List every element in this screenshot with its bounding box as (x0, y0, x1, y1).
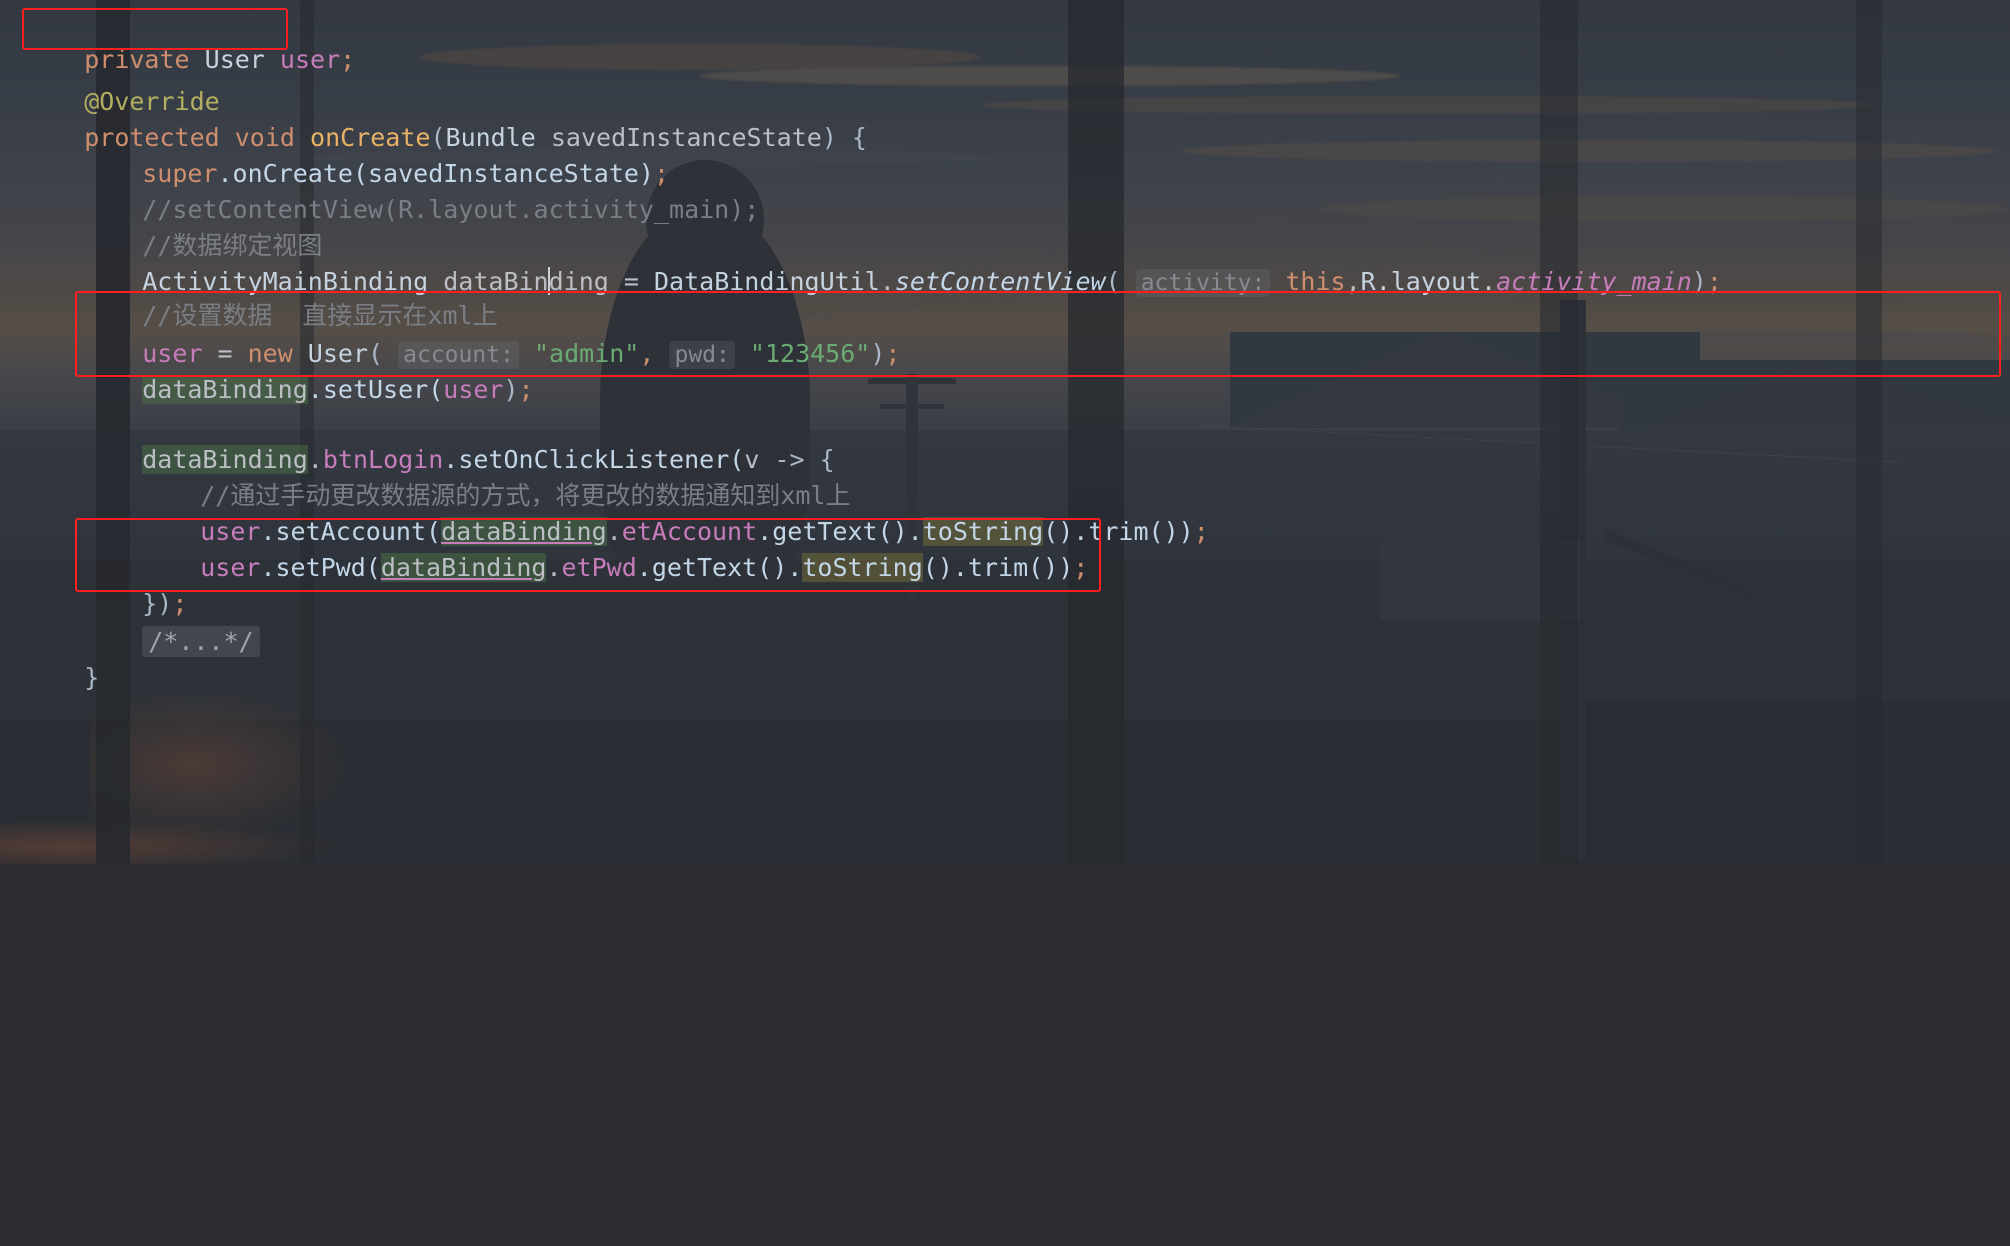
token-paren-close: ) (870, 338, 886, 368)
code-line[interactable]: //setContentView(R.layout.activity_main)… (0, 156, 759, 224)
token-semicolon: ; (1706, 266, 1722, 296)
code-line[interactable]: dataBinding.setUser(user); (0, 336, 534, 404)
token-keyword-this: this (1285, 266, 1346, 296)
token-paren-close: ) (503, 374, 519, 404)
token-comma: , (1345, 266, 1361, 296)
token-call-tostring: toString (802, 552, 923, 582)
token-field-user: user (200, 552, 261, 582)
token-string-password: "123456" (749, 338, 871, 368)
code-line[interactable]: user.setAccount(dataBinding.etAccount.ge… (0, 478, 1209, 546)
token-semicolon: ; (340, 44, 356, 74)
code-line[interactable]: @Override (0, 48, 219, 116)
token-var-databinding: dataBinding (142, 374, 308, 404)
token-paren: ( (1105, 266, 1121, 296)
token-rlayout: R.layout. (1360, 266, 1497, 296)
code-line[interactable]: user = new User( account: "admin", pwd: … (0, 300, 900, 369)
code-line[interactable]: dataBinding.btnLogin.setOnClickListener(… (0, 406, 835, 474)
token-dot: . (879, 266, 895, 296)
token-paren-close-brace: ) { (821, 122, 867, 152)
token-call-gettext: .getText(). (636, 552, 803, 582)
token-call-trim: ().trim()) (922, 552, 1074, 582)
param-hint-pwd: pwd: (669, 340, 735, 369)
token-close-brace: } (84, 662, 100, 692)
code-line[interactable]: super.onCreate(savedInstanceState); (0, 120, 669, 188)
code-line[interactable]: /*...*/ (0, 588, 260, 657)
code-line[interactable]: user.setPwd(dataBinding.etPwd.getText().… (0, 514, 1088, 582)
token-string-admin: "admin" (533, 338, 640, 368)
token-call-setuser: .setUser( (307, 374, 444, 404)
token-var-databinding-b: ding (548, 266, 624, 296)
token-comma: , (639, 338, 655, 368)
code-line[interactable]: protected void onCreate(Bundle savedInst… (0, 84, 867, 152)
code-line[interactable]: //设置数据 直接显示在xml上 (0, 262, 497, 330)
token-dot: . (546, 552, 562, 582)
code-line[interactable]: }); (0, 550, 187, 618)
token-arg-user: user (443, 374, 504, 404)
token-equals: = (623, 266, 654, 296)
token-resource-activity-main: activity_main (1496, 266, 1692, 296)
token-semicolon: ; (518, 374, 534, 404)
token-semicolon: ; (1193, 516, 1209, 546)
code-editor-content[interactable]: private User user; @Override protected v… (0, 0, 2010, 864)
code-line[interactable]: } (0, 624, 99, 692)
token-type-databindingutil: DataBindingUtil (654, 266, 880, 296)
token-field-user: user (279, 44, 341, 74)
token-field-etpwd: etPwd (561, 552, 637, 582)
token-semicolon: ; (885, 338, 901, 368)
param-hint-activity: activity: (1135, 268, 1271, 297)
token-call-setpwd: .setPwd( (260, 552, 381, 582)
token-semicolon: ; (1073, 552, 1089, 582)
token-var-databinding: dataBinding (380, 552, 547, 582)
token-call-setcontentview: setContentView (894, 266, 1106, 296)
code-line[interactable]: //通过手动更改数据源的方式，将更改的数据通知到xml上 (0, 442, 850, 510)
code-line[interactable]: //数据绑定视图 (0, 192, 322, 260)
token-paren-close: ) (1691, 266, 1707, 296)
code-line[interactable]: private User user; (0, 6, 355, 74)
collapsed-comment-fold[interactable]: /*...*/ (142, 625, 260, 657)
code-line[interactable]: ActivityMainBinding dataBinding = DataBi… (0, 228, 1722, 297)
